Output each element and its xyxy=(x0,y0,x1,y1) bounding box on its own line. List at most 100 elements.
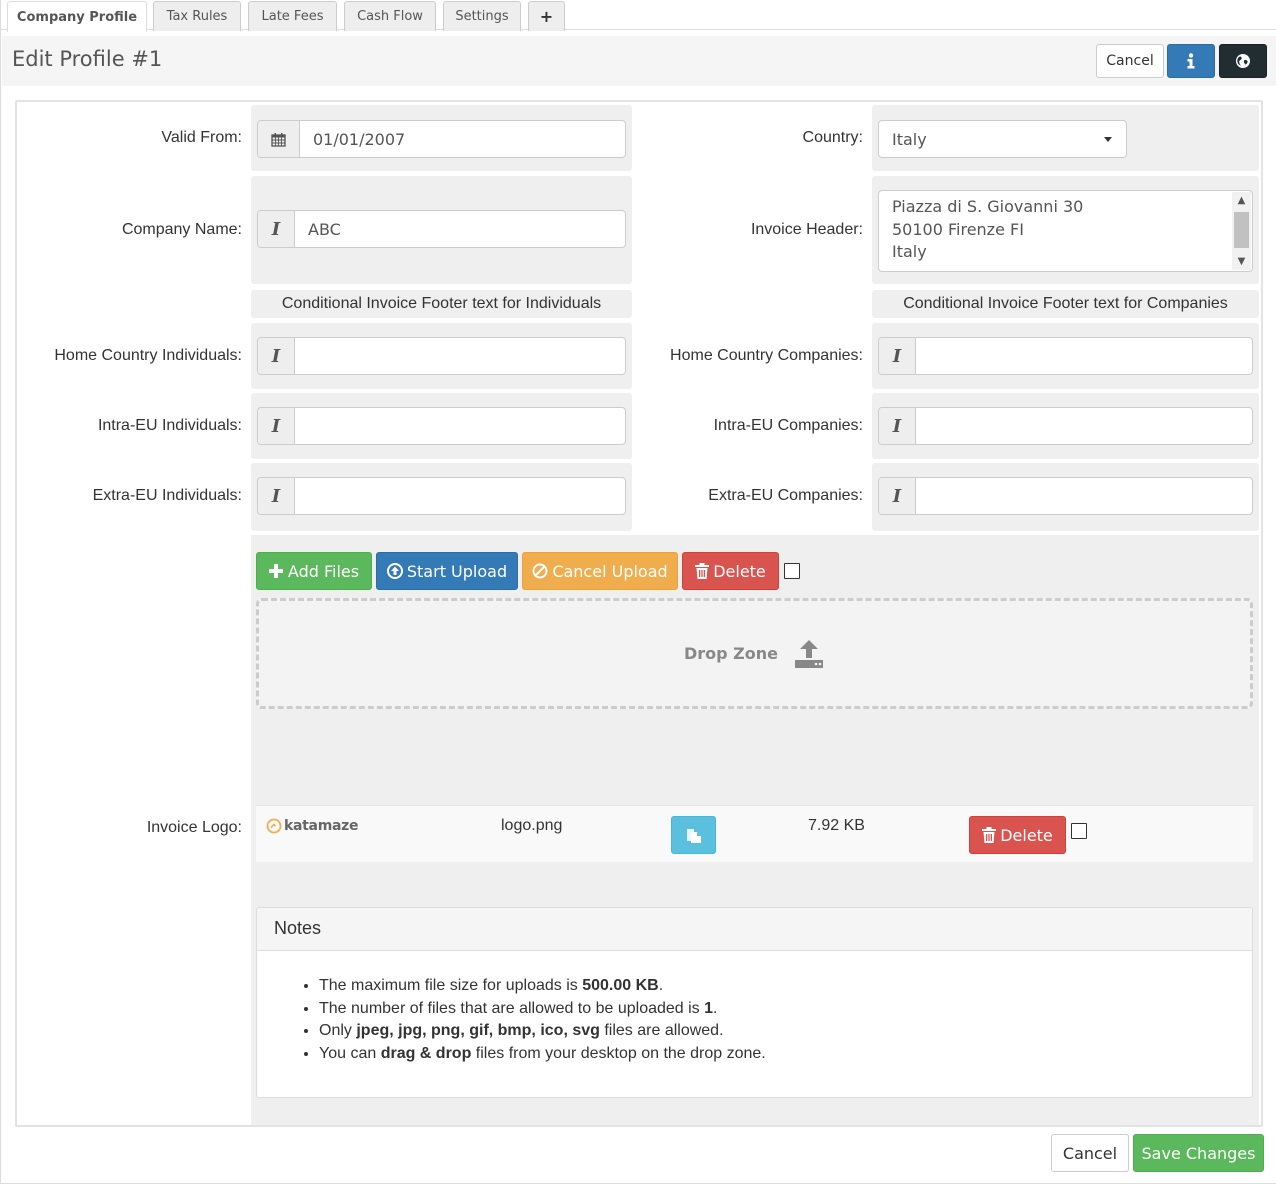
notes-title: Notes xyxy=(257,908,1252,951)
file-name: logo.png xyxy=(501,817,563,834)
button-label: Cancel xyxy=(1106,53,1154,69)
profile-form-panel: Valid From: Country: Italy Company Name:… xyxy=(15,100,1263,1127)
button-label: Delete xyxy=(713,561,766,581)
page-frame: Company Profile Tax Rules Late Fees Cash… xyxy=(0,0,1276,1184)
button-label: Cancel Upload xyxy=(552,561,668,581)
extra-companies-input[interactable] xyxy=(916,478,1252,514)
add-files-button[interactable]: Add Files xyxy=(256,552,372,590)
scroll-up-icon[interactable]: ▲ xyxy=(1232,192,1251,209)
extra-companies-label: Extra-EU Companies: xyxy=(708,487,863,504)
tab-cash-flow[interactable]: Cash Flow xyxy=(344,1,436,31)
tab-label: Company Profile xyxy=(16,9,138,25)
button-label: Save Changes xyxy=(1141,1143,1256,1163)
save-changes-button[interactable]: Save Changes xyxy=(1133,1134,1264,1172)
home-companies-input[interactable] xyxy=(916,338,1252,374)
intra-companies-cell: I xyxy=(872,393,1259,459)
calendar-icon xyxy=(271,132,286,147)
country-value: Italy xyxy=(892,129,927,149)
home-individuals-cell: I xyxy=(251,323,632,389)
tab-label: Settings xyxy=(455,9,509,24)
valid-from-input-group xyxy=(257,120,626,158)
file-size: 7.92 KB xyxy=(808,817,865,834)
cancel-upload-button[interactable]: Cancel Upload xyxy=(522,552,678,590)
note-item: You can drag & drop files from your desk… xyxy=(319,1043,1252,1066)
company-name-cell: I xyxy=(251,176,632,284)
invoice-header-label: Invoice Header: xyxy=(750,221,863,238)
copy-icon xyxy=(686,829,701,843)
notes-panel: Notes The maximum file size for uploads … xyxy=(256,907,1253,1098)
calendar-addon[interactable] xyxy=(258,121,300,157)
country-cell: Italy xyxy=(872,105,1259,171)
trash-icon xyxy=(982,827,997,843)
button-label: Start Upload xyxy=(406,561,508,581)
country-select[interactable]: Italy xyxy=(878,120,1127,158)
text-cursor-icon: I xyxy=(258,211,295,247)
tab-late-fees[interactable]: Late Fees xyxy=(248,1,337,31)
page-title: Edit Profile #1 xyxy=(12,47,163,71)
home-companies-cell: I xyxy=(872,323,1259,389)
note-item: The maximum file size for uploads is 500… xyxy=(319,975,1252,998)
globe-icon xyxy=(1236,54,1250,68)
tab-settings[interactable]: Settings xyxy=(443,1,521,31)
textarea-scrollbar[interactable]: ▲ ▼ xyxy=(1232,192,1251,270)
extra-companies-cell: I xyxy=(872,463,1259,531)
tab-label: Cash Flow xyxy=(357,9,423,24)
button-label: Delete xyxy=(1000,825,1053,845)
tab-label: Tax Rules xyxy=(166,9,228,24)
notes-list: The maximum file size for uploads is 500… xyxy=(257,975,1252,1065)
button-label: Add Files xyxy=(287,561,360,581)
chevron-down-icon xyxy=(1104,137,1112,142)
intra-individuals-label: Intra-EU Individuals: xyxy=(97,417,242,434)
upload-circle-icon xyxy=(386,563,403,579)
page-header: Edit Profile #1 Cancel xyxy=(2,36,1276,86)
valid-from-input[interactable] xyxy=(300,121,625,157)
file-row: katamaze logo.png 7.92 KB Delete xyxy=(256,805,1253,862)
upload-icon xyxy=(795,639,824,668)
tab-company-profile[interactable]: Company Profile xyxy=(7,1,147,32)
intra-individuals-input[interactable] xyxy=(295,408,625,444)
intra-individuals-cell: I xyxy=(251,393,632,459)
globe-button[interactable] xyxy=(1219,44,1267,78)
intra-companies-input-group: I xyxy=(878,407,1253,445)
drop-zone[interactable]: Drop Zone xyxy=(256,598,1253,709)
company-name-input-group: I xyxy=(257,210,626,248)
tab-label: Late Fees xyxy=(261,9,324,24)
delete-all-button[interactable]: Delete xyxy=(682,552,779,590)
select-all-checkbox[interactable] xyxy=(784,563,800,579)
tab-tax-rules[interactable]: Tax Rules xyxy=(153,1,241,31)
invoice-header-cell: Piazza di S. Giovanni 30 50100 Firenze F… xyxy=(872,176,1259,284)
header-cancel-button[interactable]: Cancel xyxy=(1096,44,1164,78)
invoice-logo-label: Invoice Logo: xyxy=(146,819,242,836)
ban-icon xyxy=(532,563,548,579)
company-name-input[interactable] xyxy=(295,211,625,247)
home-individuals-label: Home Country Individuals: xyxy=(54,347,242,364)
tab-add[interactable]: + xyxy=(528,1,565,31)
delete-file-button[interactable]: Delete xyxy=(969,816,1066,854)
text-cursor-icon: I xyxy=(879,338,916,374)
info-button[interactable] xyxy=(1167,44,1215,78)
drop-zone-label: Drop Zone xyxy=(683,644,779,663)
copy-file-button[interactable] xyxy=(671,816,716,854)
invoice-header-line: Italy xyxy=(892,242,927,261)
plus-icon xyxy=(268,564,283,578)
file-select-checkbox[interactable] xyxy=(1071,823,1087,839)
scroll-down-icon[interactable]: ▼ xyxy=(1232,253,1251,270)
scrollbar-thumb[interactable] xyxy=(1234,212,1249,248)
extra-individuals-input[interactable] xyxy=(295,478,625,514)
home-individuals-input-group: I xyxy=(257,337,626,375)
start-upload-button[interactable]: Start Upload xyxy=(376,552,518,590)
valid-from-cell xyxy=(251,105,632,171)
file-thumbnail: katamaze xyxy=(266,818,358,834)
home-companies-label: Home Country Companies: xyxy=(670,347,863,364)
country-label: Country: xyxy=(802,129,863,146)
katamaze-logo-icon xyxy=(266,818,282,834)
valid-from-label: Valid From: xyxy=(161,129,242,146)
home-individuals-input[interactable] xyxy=(295,338,625,374)
intra-companies-input[interactable] xyxy=(916,408,1252,444)
tab-bar: Company Profile Tax Rules Late Fees Cash… xyxy=(1,0,1276,32)
footer-cancel-button[interactable]: Cancel xyxy=(1051,1134,1129,1172)
extra-individuals-cell: I xyxy=(251,463,632,531)
extra-companies-input-group: I xyxy=(878,477,1253,515)
extra-individuals-input-group: I xyxy=(257,477,626,515)
invoice-header-textarea[interactable]: Piazza di S. Giovanni 30 50100 Firenze F… xyxy=(878,190,1253,272)
